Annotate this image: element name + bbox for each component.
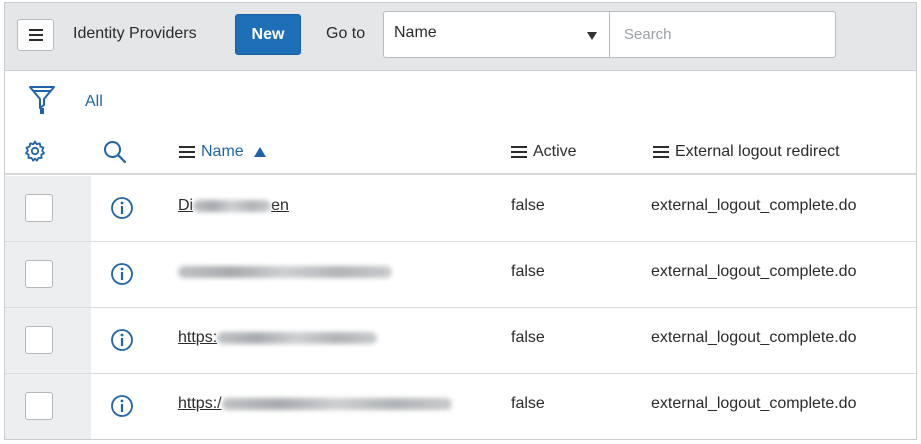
table-row: false external_logout_complete.do: [5, 242, 916, 308]
active-value: false: [511, 263, 545, 280]
record-name-link[interactable]: Di en: [178, 197, 289, 215]
column-header-redirect[interactable]: External logout redirect: [653, 143, 840, 161]
table-row: https: false external_logout_complete.do: [5, 308, 916, 374]
row-checkbox[interactable]: [25, 392, 53, 420]
redacted-text: [193, 199, 272, 212]
column-menu-icon[interactable]: [511, 146, 527, 158]
list-context-menu-button[interactable]: [17, 19, 54, 51]
record-name-link[interactable]: [178, 263, 392, 281]
row-checkbox[interactable]: [25, 194, 53, 222]
sort-ascending-icon: [253, 147, 266, 157]
info-circle-icon[interactable]: [110, 394, 134, 418]
redacted-text: [178, 265, 392, 278]
record-name-link[interactable]: https:: [178, 329, 378, 347]
gear-icon[interactable]: [23, 139, 47, 163]
column-header-redirect-label: External logout redirect: [675, 143, 840, 160]
column-header-row: Name Active External logout redirect: [5, 129, 916, 175]
redacted-text: [221, 397, 452, 410]
column-menu-icon[interactable]: [179, 146, 195, 158]
info-circle-icon[interactable]: [110, 196, 134, 220]
table-row: Di en false external_logout_complete.do: [5, 176, 916, 242]
funnel-icon[interactable]: [27, 83, 57, 117]
hamburger-icon: [28, 29, 43, 41]
list-header: Identity Providers New Go to Name: [5, 3, 916, 71]
redirect-value: external_logout_complete.do: [651, 197, 857, 214]
column-header-name[interactable]: Name: [179, 143, 266, 161]
breadcrumb-all[interactable]: All: [85, 93, 103, 111]
goto-field-select[interactable]: Name: [383, 11, 610, 58]
list-title: Identity Providers: [73, 25, 197, 42]
column-header-active-label: Active: [533, 143, 577, 160]
active-value: false: [511, 329, 545, 346]
redacted-text: [217, 331, 378, 344]
info-circle-icon[interactable]: [110, 262, 134, 286]
magnifier-icon[interactable]: [102, 139, 128, 165]
row-checkbox[interactable]: [25, 260, 53, 288]
redirect-value: external_logout_complete.do: [651, 329, 857, 346]
goto-field-value: Name: [394, 24, 437, 41]
record-name-link[interactable]: https:/: [178, 395, 452, 413]
column-menu-icon[interactable]: [653, 146, 669, 158]
info-circle-icon[interactable]: [110, 328, 134, 352]
active-value: false: [511, 395, 545, 412]
search-input[interactable]: [610, 11, 836, 58]
active-value: false: [511, 197, 545, 214]
list-frame: Identity Providers New Go to Name All Na…: [4, 2, 917, 440]
redirect-value: external_logout_complete.do: [651, 395, 857, 412]
redirect-value: external_logout_complete.do: [651, 263, 857, 280]
column-header-name-label: Name: [201, 143, 244, 160]
row-checkbox[interactable]: [25, 326, 53, 354]
column-header-active[interactable]: Active: [511, 143, 577, 161]
table-row: https:/ false external_logout_complete.d…: [5, 374, 916, 439]
goto-label: Go to: [326, 25, 366, 42]
new-button[interactable]: New: [235, 14, 301, 55]
list-body: Di en false external_logout_complete.do f…: [5, 176, 916, 439]
dropdown-arrow-icon: [587, 32, 597, 40]
